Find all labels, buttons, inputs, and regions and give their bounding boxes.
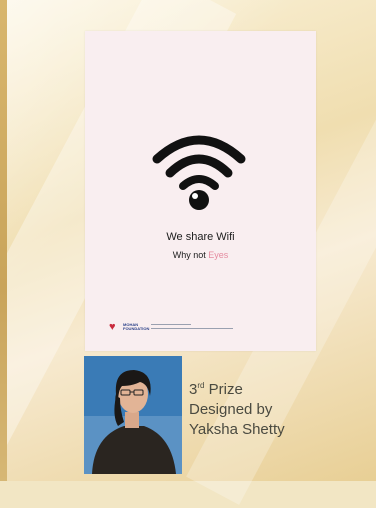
wifi-eye-icon xyxy=(152,135,246,210)
left-edge-strip xyxy=(0,0,7,481)
footer-fine-print xyxy=(151,328,233,329)
footer-fine-print xyxy=(151,324,191,325)
poster: We share Wifi Why not Eyes ♥ MOHAN FOUND… xyxy=(85,31,316,351)
prize-line: 3rd Prize xyxy=(189,376,285,400)
poster-subline-prefix: Why not xyxy=(172,250,209,260)
logo-text: MOHAN FOUNDATION xyxy=(123,322,150,331)
designer-portrait-figure xyxy=(84,356,182,474)
designer-name: Yaksha Shetty xyxy=(189,421,285,438)
designed-by-line: Designed by xyxy=(189,401,273,418)
poster-headline: We share Wifi xyxy=(166,231,235,243)
designer-photo xyxy=(84,356,182,474)
poster-subline-accent: Eyes xyxy=(208,250,229,260)
poster-subline: Why not Eyes xyxy=(85,250,316,260)
poster-footer: ♥ MOHAN FOUNDATION xyxy=(109,321,259,335)
prize-word: Prize xyxy=(208,381,243,398)
heart-logo-icon: ♥ xyxy=(109,321,116,333)
prize-caption: 3rd Prize Designed by Yaksha Shetty xyxy=(189,376,285,440)
prize-place-suffix: rd xyxy=(197,381,205,390)
